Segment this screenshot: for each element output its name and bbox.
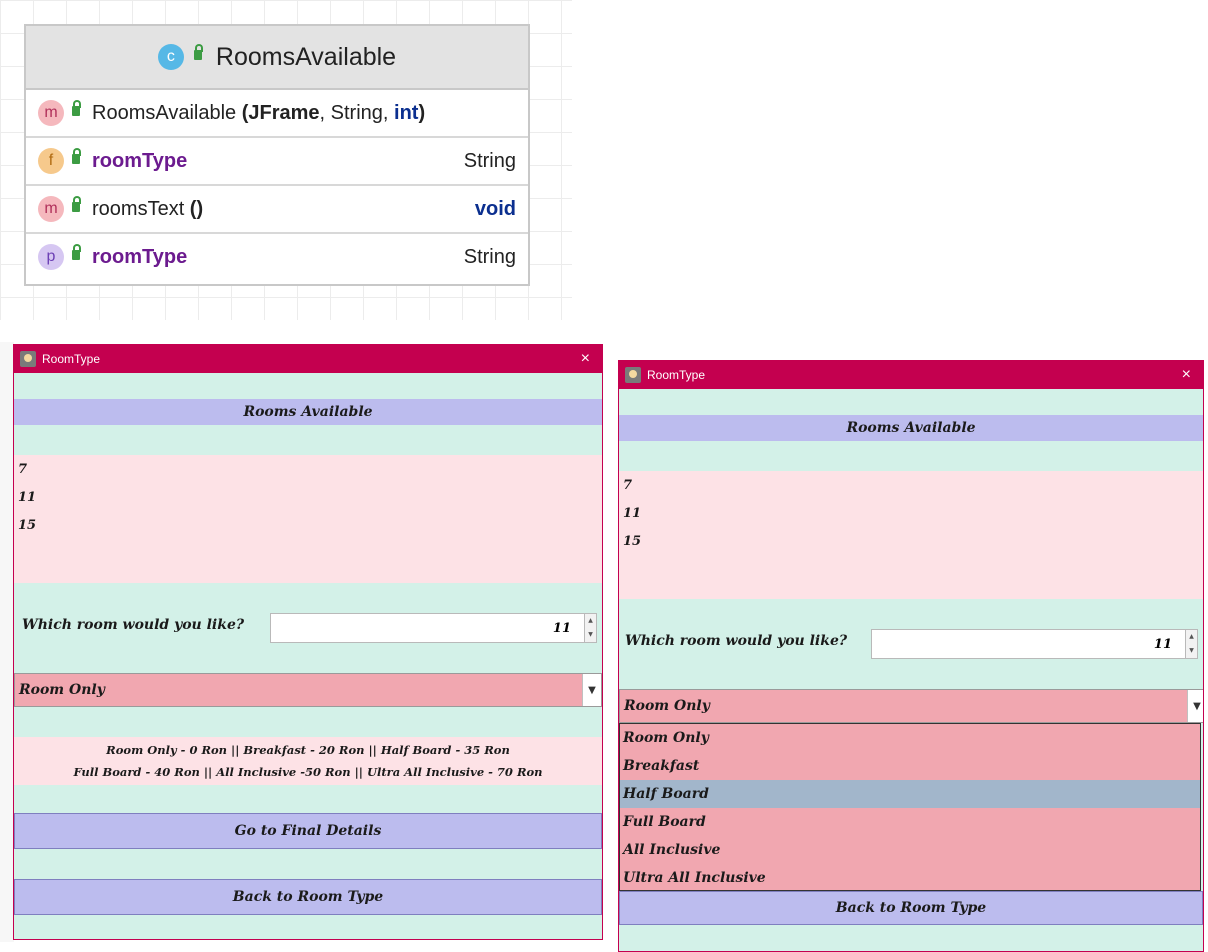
list-item: 15	[623, 534, 642, 549]
window-titlebar: RoomType ×	[14, 345, 602, 373]
list-item: 15	[18, 518, 37, 533]
spinner-value: 11	[1153, 636, 1172, 652]
room-number-spinner[interactable]: 11 ▲ ▼	[871, 629, 1198, 659]
uml-member-field: f roomType String	[26, 138, 528, 186]
uml-member-name: roomType	[92, 149, 188, 172]
public-lock-icon	[72, 100, 81, 116]
window-title: RoomType	[647, 368, 706, 382]
board-type-combo[interactable]: Room Only ▼	[14, 673, 602, 707]
spinner-buttons[interactable]: ▲ ▼	[1185, 629, 1198, 659]
rooms-list: 7 11 15	[14, 455, 602, 583]
back-to-room-type-button[interactable]: Back to Room Type	[14, 879, 602, 915]
uml-class-name: RoomsAvailable	[215, 42, 397, 71]
back-to-room-type-button[interactable]: Back to Room Type	[619, 891, 1203, 925]
price-line-2: Full Board - 40 Ron || All Inclusive -50…	[73, 765, 543, 779]
list-item: 7	[18, 462, 28, 477]
list-item: 11	[623, 506, 642, 521]
dropdown-option[interactable]: Room Only	[620, 724, 1200, 752]
room-number-spinner[interactable]: 11 ▲ ▼	[270, 613, 597, 643]
roomtype-window-1: RoomType × Rooms Available 7 11 15 Which…	[13, 344, 603, 940]
room-question-label: Which room would you like?	[22, 617, 245, 633]
chevron-down-icon[interactable]: ▼	[1187, 690, 1203, 722]
go-to-final-details-button[interactable]: Go to Final Details	[14, 813, 602, 849]
uml-member-property: p roomType String	[26, 234, 528, 280]
uml-member-name: RoomsAvailable (JFrame, String, int)	[92, 101, 426, 124]
rooms-available-heading: Rooms Available	[14, 399, 602, 425]
spinner-up-icon[interactable]: ▲	[1186, 630, 1197, 644]
price-info: Room Only - 0 Ron || Breakfast - 20 Ron …	[14, 737, 602, 785]
list-item: 7	[623, 478, 633, 493]
java-app-icon	[625, 367, 641, 383]
class-icon: c	[157, 44, 184, 70]
public-lock-icon	[72, 196, 81, 212]
spinner-down-icon[interactable]: ▼	[585, 628, 596, 642]
board-type-dropdown-list: Room Only Breakfast Half Board Full Boar…	[619, 723, 1201, 891]
list-item: 11	[18, 490, 37, 505]
uml-member-type: String	[463, 149, 516, 172]
property-icon: p	[38, 244, 64, 270]
public-lock-icon	[72, 148, 81, 164]
dropdown-option[interactable]: Full Board	[620, 808, 1200, 836]
dropdown-option[interactable]: All Inclusive	[620, 836, 1200, 864]
java-app-icon	[20, 351, 36, 367]
spinner-up-icon[interactable]: ▲	[585, 614, 596, 628]
uml-class-header: c RoomsAvailable	[26, 26, 528, 90]
window-title: RoomType	[42, 352, 101, 366]
uml-class-card: c RoomsAvailable m RoomsAvailable (JFram…	[24, 24, 530, 286]
rooms-list: 7 11 15	[619, 471, 1203, 599]
uml-member-name: roomsText ()	[92, 197, 204, 220]
field-icon: f	[38, 148, 64, 174]
roomtype-window-2: RoomType × Rooms Available 7 11 15 Which…	[618, 360, 1204, 952]
rooms-available-heading: Rooms Available	[619, 415, 1203, 441]
spinner-buttons[interactable]: ▲ ▼	[584, 613, 597, 643]
window-titlebar: RoomType ×	[619, 361, 1203, 389]
uml-member-constructor: m RoomsAvailable (JFrame, String, int)	[26, 90, 528, 138]
room-question-label: Which room would you like?	[625, 633, 848, 649]
dropdown-option[interactable]: Ultra All Inclusive	[620, 864, 1200, 892]
uml-member-type: void	[474, 197, 516, 220]
public-lock-icon	[193, 44, 203, 60]
uml-member-method: m roomsText () void	[26, 186, 528, 234]
dropdown-option[interactable]: Breakfast	[620, 752, 1200, 780]
dropdown-option-highlighted[interactable]: Half Board	[620, 780, 1200, 808]
chevron-down-icon[interactable]: ▼	[582, 674, 601, 706]
close-icon[interactable]: ×	[581, 350, 590, 368]
method-icon: m	[38, 100, 64, 126]
board-type-combo[interactable]: Room Only ▼	[619, 689, 1203, 723]
uml-member-type: String	[463, 245, 516, 268]
public-lock-icon	[72, 244, 81, 260]
spinner-value: 11	[552, 620, 571, 636]
price-line-1: Room Only - 0 Ron || Breakfast - 20 Ron …	[106, 743, 510, 757]
uml-member-name: roomType	[92, 245, 188, 268]
spinner-down-icon[interactable]: ▼	[1186, 644, 1197, 658]
combo-selected-value: Room Only	[624, 698, 710, 714]
combo-selected-value: Room Only	[19, 682, 105, 698]
method-icon: m	[38, 196, 64, 222]
background-editor-edge	[0, 342, 14, 942]
close-icon[interactable]: ×	[1182, 366, 1191, 384]
